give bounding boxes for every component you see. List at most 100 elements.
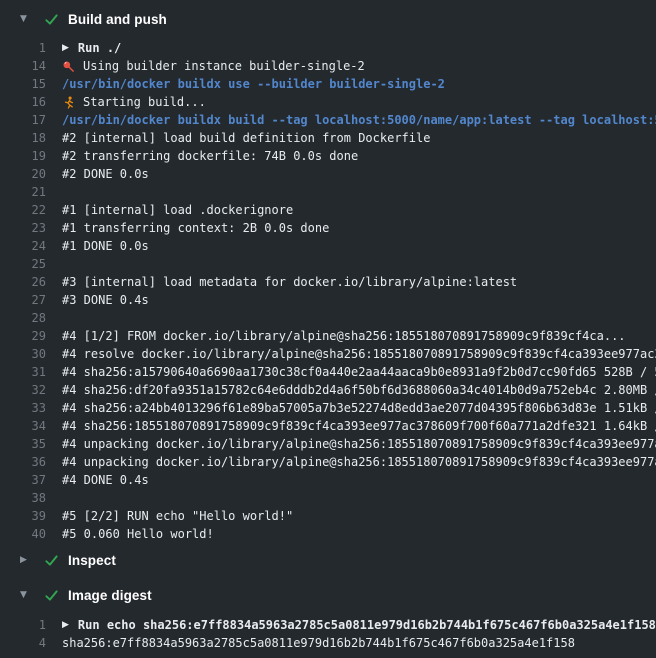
log-line-text: #2 transferring dockerfile: 74B 0.0s don… [62, 149, 358, 163]
runner-icon [62, 96, 75, 109]
log-line: 22#1 [internal] load .dockerignore [0, 201, 656, 219]
log-block-image-digest: 1 ▶ Run echo sha256:e7ff8834a5963a2785c5a0… [0, 616, 656, 652]
log-line: 18 #2 [internal] load build definition fr… [0, 129, 656, 147]
line-number[interactable]: 35 [0, 437, 46, 451]
line-number[interactable]: 19 [0, 149, 46, 163]
line-number[interactable]: 30 [0, 347, 46, 361]
line-number[interactable]: 36 [0, 455, 46, 469]
line-number[interactable]: 29 [0, 329, 46, 343]
log-line-text: #4 sha256:a15790640a6690aa1730c38cf0a440… [62, 365, 656, 379]
log-line: 35 #4 unpacking docker.io/library/alpine@… [0, 435, 656, 453]
log-line-text: #4 [1/2] FROM docker.io/library/alpine@s… [62, 329, 626, 343]
line-number[interactable]: 27 [0, 293, 46, 307]
line-number[interactable]: 39 [0, 509, 46, 523]
section-title-inspect: Inspect [68, 553, 116, 568]
line-number[interactable]: 24 [0, 239, 46, 253]
log-line: 21 [0, 183, 656, 201]
log-line: 23 #1 transferring context: 2B 0.0s done [0, 219, 656, 237]
log-line: 28 [0, 309, 656, 327]
log-line-text: Starting build... [83, 95, 206, 109]
section-header-image-digest[interactable]: ▼ Image digest [0, 585, 656, 605]
line-number[interactable]: 21 [0, 185, 46, 199]
line-number[interactable]: 1 [0, 41, 46, 55]
chevron-right-icon[interactable]: ▶ [20, 550, 32, 570]
line-number[interactable]: 28 [0, 311, 46, 325]
log-line-text: /usr/bin/docker buildx build --tag local… [62, 113, 656, 127]
log-line: 31 #4 sha256:a15790640a6690aa1730c38cf0a4… [0, 363, 656, 381]
log-line: 33 #4 sha256:a24bb4013296f61e89ba57005a7b… [0, 399, 656, 417]
log-line: 17/usr/bin/docker buildx build --tag loc… [0, 111, 656, 129]
line-number[interactable]: 38 [0, 491, 46, 505]
workflow-log-viewer: ▼Build and push1▶Run ./14Using builder i… [0, 0, 656, 658]
log-line-text: #1 transferring context: 2B 0.0s done [62, 221, 329, 235]
line-number[interactable]: 33 [0, 401, 46, 415]
log-line: 38 [0, 489, 656, 507]
log-line-text: #2 [internal] load build definition from… [62, 131, 430, 145]
line-number[interactable]: 31 [0, 365, 46, 379]
play-toggle-icon[interactable]: ▶ [62, 43, 69, 53]
log-line: 39 #5 [2/2] RUN echo "Hello world!" [0, 507, 656, 525]
log-line: 25 [0, 255, 656, 273]
log-line-text: #4 DONE 0.4s [62, 473, 149, 487]
log-line-text: Run echo sha256:e7ff8834a5963a2785c5a081… [78, 618, 656, 632]
log-line: 20 #2 DONE 0.0s [0, 165, 656, 183]
log-line: 36 #4 unpacking docker.io/library/alpine@… [0, 453, 656, 471]
line-number[interactable]: 20 [0, 167, 46, 181]
section-header-build-and-push[interactable]: ▼ Build and push [0, 9, 656, 29]
log-line-text: #4 sha256:185518070891758909c9f839cf4ca3… [62, 419, 656, 433]
log-line: 14 Using builder instance builder-single-… [0, 57, 656, 75]
line-number[interactable]: 14 [0, 59, 46, 73]
section-title-image-digest: Image digest [68, 588, 152, 603]
log-line: 37 #4 DONE 0.4s [0, 471, 656, 489]
log-line-text: #3 DONE 0.4s [62, 293, 149, 307]
log-line: 30 #4 resolve docker.io/library/alpine@sh… [0, 345, 656, 363]
log-line-text: #4 resolve docker.io/library/alpine@sha2… [62, 347, 656, 361]
log-line-text: #5 0.060 Hello world! [62, 527, 214, 541]
chevron-down-icon[interactable]: ▼ [20, 585, 32, 605]
log-line-text: #1 DONE 0.0s [62, 239, 149, 253]
line-number[interactable]: 22 [0, 203, 46, 217]
log-line-text: sha256:e7ff8834a5963a2785c5a0811e979d16b… [62, 636, 575, 650]
line-number[interactable]: 34 [0, 419, 46, 433]
section-title-build-and-push: Build and push [68, 12, 167, 27]
pushpin-icon [62, 60, 75, 73]
log-line: 24 #1 DONE 0.0s [0, 237, 656, 255]
line-number[interactable]: 40 [0, 527, 46, 541]
line-number[interactable]: 15 [0, 77, 46, 91]
check-icon [44, 588, 60, 603]
log-line: 15/usr/bin/docker buildx use --builder b… [0, 75, 656, 93]
log-line: 27 #3 DONE 0.4s [0, 291, 656, 309]
log-line-text: /usr/bin/docker buildx use --builder bui… [62, 77, 445, 91]
log-line-text: Run ./ [78, 41, 121, 55]
line-number[interactable]: 1 [0, 618, 46, 632]
line-number[interactable]: 26 [0, 275, 46, 289]
log-line: 19 #2 transferring dockerfile: 74B 0.0s d… [0, 147, 656, 165]
log-line: 4 sha256:e7ff8834a5963a2785c5a0811e979d16… [0, 634, 656, 652]
line-number[interactable]: 25 [0, 257, 46, 271]
line-number[interactable]: 32 [0, 383, 46, 397]
log-line-text: #4 sha256:a24bb4013296f61e89ba57005a7b3e… [62, 401, 656, 415]
check-icon [44, 12, 60, 27]
log-line-text: #5 [2/2] RUN echo "Hello world!" [62, 509, 293, 523]
check-icon [44, 553, 60, 568]
log-line-text: #4 sha256:df20fa9351a15782c64e6dddb2d4a6… [62, 383, 656, 397]
line-number[interactable]: 16 [0, 95, 46, 109]
line-number[interactable]: 17 [0, 113, 46, 127]
chevron-down-icon[interactable]: ▼ [20, 9, 32, 29]
log-line-text: #4 unpacking docker.io/library/alpine@sh… [62, 437, 656, 451]
log-line: 40 #5 0.060 Hello world! [0, 525, 656, 543]
line-number[interactable]: 37 [0, 473, 46, 487]
line-number[interactable]: 18 [0, 131, 46, 145]
log-line: 34 #4 sha256:185518070891758909c9f839cf4c… [0, 417, 656, 435]
log-line-text: #2 DONE 0.0s [62, 167, 149, 181]
log-line: 16 Starting build... [0, 93, 656, 111]
play-toggle-icon[interactable]: ▶ [62, 620, 69, 630]
line-number[interactable]: 23 [0, 221, 46, 235]
log-line-text: #4 unpacking docker.io/library/alpine@sh… [62, 455, 656, 469]
log-line: 32 #4 sha256:df20fa9351a15782c64e6dddb2d4… [0, 381, 656, 399]
log-line: 1 ▶ Run ./ [0, 39, 656, 57]
log-line-text: #3 [internal] load metadata for docker.i… [62, 275, 517, 289]
log-line-text: Using builder instance builder-single-2 [83, 59, 365, 73]
line-number[interactable]: 4 [0, 636, 46, 650]
section-header-inspect[interactable]: ▶ Inspect [0, 550, 656, 570]
